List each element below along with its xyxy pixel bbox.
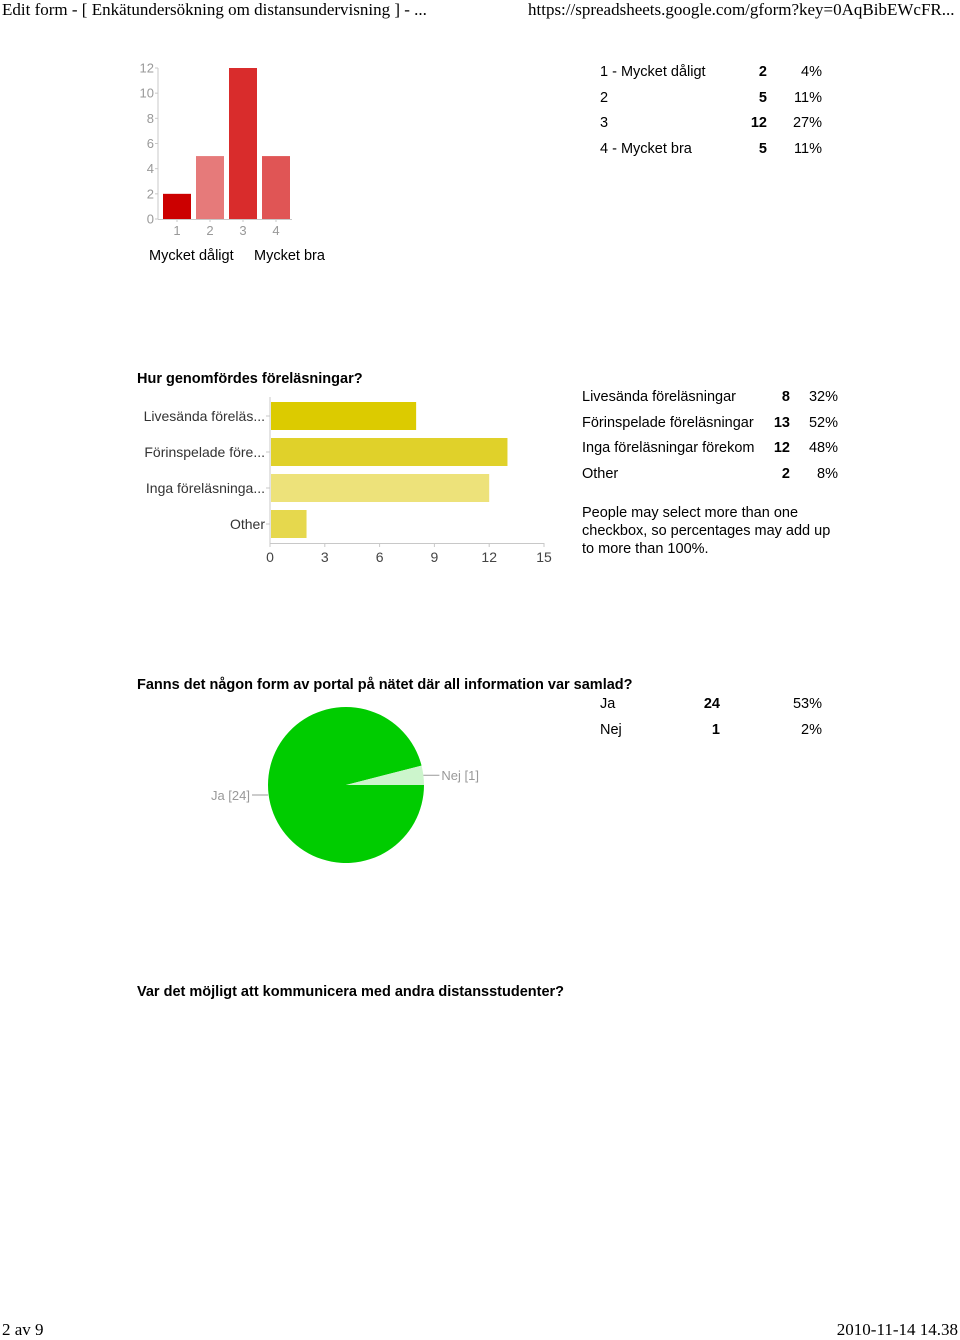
bar — [271, 474, 490, 502]
y-tick-label: 12 — [140, 61, 154, 76]
bar — [262, 156, 290, 219]
bar — [271, 438, 508, 466]
row-count: 5 — [758, 141, 767, 157]
category-label: Other — [230, 516, 265, 532]
row-label: Other — [582, 466, 619, 482]
x-tick-label: 1 — [173, 223, 180, 238]
y-tick-label: 6 — [147, 136, 154, 151]
slice-label: Ja [24] — [211, 788, 250, 803]
row-count: 13 — [773, 415, 790, 431]
row-percent: 11% — [794, 141, 822, 157]
x-tick-label: 3 — [239, 223, 246, 238]
lecture-bar-chart: 0 3 6 9 12 15 Livesända föreläs... Förinspelade… — [144, 397, 552, 565]
row-count: 1 — [711, 722, 720, 738]
row-label: 3 — [600, 115, 609, 131]
row-percent: 52% — [808, 415, 838, 431]
category-label: Förinspelade före... — [144, 444, 265, 460]
row-count: 12 — [750, 115, 767, 131]
x-tick-label: 3 — [321, 549, 329, 565]
y-tick-label: 4 — [147, 161, 154, 176]
multi-select-note: People may select more than one checkbox… — [582, 505, 831, 557]
portal-pie-chart: Nej [1] Ja [24] — [211, 707, 479, 863]
row-label: Nej — [600, 722, 622, 738]
y-tick-label: 8 — [147, 111, 154, 126]
question-title: Fanns det någon form av portal på nätet … — [137, 677, 633, 693]
row-count: 24 — [703, 696, 720, 712]
x-tick-label: 2 — [206, 223, 213, 238]
row-percent: 11% — [794, 90, 822, 106]
y-tick-label: 10 — [140, 86, 154, 101]
row-count: 12 — [773, 440, 790, 456]
row-percent: 2% — [801, 722, 822, 738]
window-title: Edit form - [ Enkätundersökning om dista… — [2, 0, 427, 19]
scale-label-low: Mycket dåligt — [149, 248, 234, 264]
row-count: 8 — [781, 389, 790, 405]
bar — [196, 156, 224, 219]
row-label: 1 - Mycket dåligt — [600, 64, 706, 80]
y-tick-label: 2 — [147, 186, 154, 201]
question-title: Hur genomfördes föreläsningar? — [137, 371, 363, 387]
bar — [271, 402, 417, 430]
category-label: Inga föreläsninga... — [146, 480, 265, 496]
category-label: Livesända föreläs... — [144, 408, 265, 424]
x-tick-label: 12 — [481, 549, 497, 565]
row-percent: 8% — [817, 466, 838, 482]
row-label: 4 - Mycket bra — [600, 141, 692, 157]
row-label: 2 — [600, 90, 609, 106]
bar — [229, 68, 257, 219]
x-tick-label: 15 — [536, 549, 552, 565]
rating-bar-chart: 0246810121 2 3 4 — [140, 61, 292, 238]
row-percent: 27% — [792, 115, 822, 131]
page-url[interactable]: https://spreadsheets.google.com/gform?ke… — [528, 0, 955, 20]
row-count: 2 — [781, 466, 790, 482]
x-tick-label: 9 — [431, 549, 439, 565]
row-percent: 4% — [801, 64, 822, 80]
x-tick-label: 0 — [266, 549, 274, 565]
page-number: 2 av 9 — [2, 1320, 44, 1339]
row-percent: 53% — [792, 696, 822, 712]
row-label: Ja — [600, 696, 616, 712]
x-tick-label: 4 — [272, 223, 279, 238]
bar — [271, 510, 307, 538]
slice-label: Nej [1] — [441, 768, 479, 783]
row-label: Förinspelade föreläsningar — [582, 415, 754, 431]
row-count: 5 — [758, 90, 767, 106]
y-tick-label: 0 — [147, 212, 154, 227]
row-percent: 32% — [808, 389, 838, 405]
x-tick-label: 6 — [376, 549, 384, 565]
bar — [163, 193, 191, 219]
scale-label-high: Mycket bra — [254, 248, 325, 264]
row-count: 2 — [758, 64, 767, 80]
question-title: Var det möjligt att kommunicera med andr… — [137, 984, 565, 1000]
print-datetime: 2010-11-14 14.38 — [836, 1320, 958, 1339]
row-label: Livesända föreläsningar — [582, 389, 736, 405]
row-percent: 48% — [808, 440, 838, 456]
row-label: Inga föreläsningar förekom — [582, 440, 755, 456]
